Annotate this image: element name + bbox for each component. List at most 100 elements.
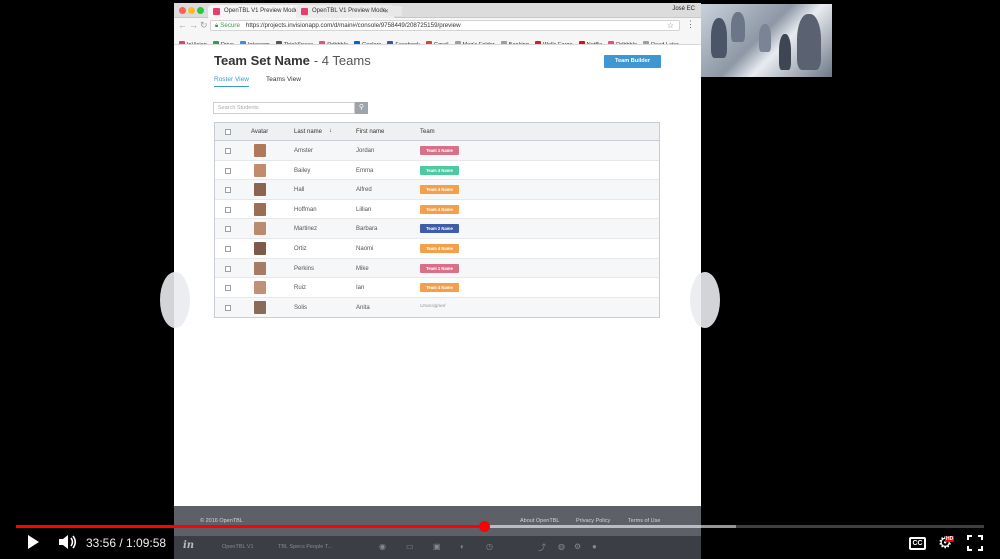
screen-name[interactable]: TBL Specs People T... xyxy=(278,544,332,550)
row-checkbox[interactable] xyxy=(225,226,231,233)
row-checkbox[interactable] xyxy=(225,148,231,154)
bookmark-item[interactable]: Netflix xyxy=(578,39,602,44)
browser-tab[interactable]: OpenTBL V1 Preview Mode ✕ xyxy=(296,5,394,18)
team-builder-button[interactable]: Team Builder xyxy=(604,55,661,68)
table-row[interactable]: Ruiz Ian Team 4 Name xyxy=(215,278,659,298)
search-icon[interactable]: ⚲ xyxy=(355,102,368,114)
table-row[interactable]: Perkins Mike Team 1 Name xyxy=(215,258,659,279)
table-row[interactable]: Martinez Barbara Team 2 Name xyxy=(215,219,659,239)
bookmark-item[interactable]: Dribbble xyxy=(319,39,348,44)
bookmark-item[interactable]: InVision xyxy=(179,39,207,45)
team-badge[interactable]: Team 1 Name xyxy=(420,146,459,155)
bookmark-item[interactable]: Wells Fargo xyxy=(534,39,573,44)
column-team[interactable]: Team xyxy=(420,129,435,135)
table-row[interactable]: Bailey Emma Team 4 Name xyxy=(215,161,659,181)
bookmark-item[interactable]: Intercom xyxy=(239,39,270,45)
column-first-name[interactable]: First name xyxy=(356,129,384,135)
team-badge[interactable]: Team 4 Name xyxy=(420,283,459,293)
invision-toolbar: in OpenTBL V1 TBL Specs People T... ◉ ▭ … xyxy=(174,536,701,559)
back-icon[interactable]: ← xyxy=(178,20,187,30)
preview-icon[interactable]: ◉ xyxy=(379,542,386,551)
history-icon[interactable]: ◷ xyxy=(486,542,493,551)
table-row[interactable]: Amster Jordan Team 1 Name xyxy=(215,141,659,161)
toggle-icon[interactable]: ◐ xyxy=(460,542,465,551)
first-name-cell: Mike xyxy=(356,265,369,272)
table-row[interactable]: Ortiz Naomi Team 4 Name xyxy=(215,239,659,259)
first-name-cell: Emma xyxy=(356,167,374,174)
prev-screen-button[interactable] xyxy=(160,272,190,328)
url-input[interactable]: 🔒︎ Secure https://projects.invisionapp.com… xyxy=(210,20,680,31)
lock-icon: 🔒︎ xyxy=(215,22,219,29)
bookmark-item[interactable]: ThinkSpace xyxy=(275,39,313,44)
row-checkbox[interactable] xyxy=(225,304,231,311)
team-badge[interactable]: Team 4 Name xyxy=(420,243,459,253)
project-name[interactable]: OpenTBL V1 xyxy=(222,544,254,550)
bookmark-label: InVision xyxy=(187,42,207,45)
minimize-window-icon[interactable] xyxy=(188,7,195,14)
table-row[interactable]: Solis Anita Unassigned xyxy=(215,297,659,318)
last-name-cell: Ortiz xyxy=(294,245,307,252)
row-checkbox[interactable] xyxy=(225,167,231,174)
scrubber-handle[interactable] xyxy=(479,521,490,532)
team-badge[interactable]: Team 1 Name xyxy=(420,263,459,273)
row-checkbox[interactable] xyxy=(225,206,231,213)
bookmark-label: Coolors xyxy=(362,42,382,45)
bookmark-icon xyxy=(239,41,246,44)
settings-icon[interactable]: ⚙ xyxy=(574,542,581,551)
browser-tab[interactable]: OpenTBL V1 Preview Mode ✕ xyxy=(208,5,306,18)
row-checkbox[interactable] xyxy=(225,265,231,272)
help-icon[interactable]: ● xyxy=(592,542,597,551)
reload-icon[interactable]: ↻ xyxy=(200,20,208,31)
footer-link-privacy[interactable]: Privacy Policy xyxy=(576,518,610,524)
new-tab-button[interactable] xyxy=(388,6,402,16)
bookmark-item[interactable]: Meg's Folder xyxy=(454,39,495,44)
column-last-name[interactable]: Last name xyxy=(294,129,322,135)
user-icon[interactable]: ◍ xyxy=(558,542,565,551)
url-text: https://projects.invisionapp.com/d/main#… xyxy=(245,22,461,29)
share-icon[interactable]: ⤴ xyxy=(538,542,546,553)
menu-dots-icon[interactable]: ⋮ xyxy=(686,19,695,30)
maximize-window-icon[interactable] xyxy=(197,7,204,14)
select-all-checkbox[interactable] xyxy=(225,129,231,135)
team-badge[interactable]: Team 4 Name xyxy=(420,165,459,175)
bookmark-item[interactable]: Drive xyxy=(212,39,234,44)
webcam-inset xyxy=(701,4,832,77)
table-row[interactable]: Hoffman Lillian Team 4 Name xyxy=(215,200,659,220)
avatar xyxy=(254,261,266,275)
footer-link-terms[interactable]: Terms of Use xyxy=(628,518,660,524)
tab-teams-view[interactable]: Teams View xyxy=(266,76,301,83)
next-screen-button[interactable] xyxy=(690,272,720,328)
captions-button[interactable]: CC xyxy=(909,537,926,550)
bookmark-label: Intercom xyxy=(247,42,270,45)
inspect-icon[interactable]: ▣ xyxy=(433,542,441,551)
row-checkbox[interactable] xyxy=(225,285,231,292)
bookmark-item[interactable]: Read Later xyxy=(643,39,679,44)
bookmark-icon xyxy=(354,41,361,44)
star-icon[interactable]: ☆ xyxy=(667,21,674,30)
team-badge[interactable]: Team 4 Name xyxy=(420,204,459,214)
bookmark-item[interactable]: Coolors xyxy=(354,39,382,45)
bookmark-label: Facebook xyxy=(395,42,420,45)
bookmark-item[interactable]: Dribbble xyxy=(608,39,637,44)
bookmark-item[interactable]: Gmail xyxy=(425,39,449,44)
footer-link-about[interactable]: About OpenTBL xyxy=(520,518,559,524)
bookmarks-bar: InVision Drive Intercom ThinkSpace Dribbble C… xyxy=(174,33,701,45)
table-row[interactable]: Hall Alfred Team 4 Name xyxy=(215,180,659,200)
invision-logo[interactable]: in xyxy=(183,540,194,551)
close-window-icon[interactable] xyxy=(179,7,186,14)
forward-icon[interactable]: → xyxy=(189,20,198,30)
volume-icon[interactable] xyxy=(58,534,78,550)
sort-down-icon[interactable]: ↓ xyxy=(329,128,332,134)
fullscreen-icon[interactable] xyxy=(967,535,983,551)
bookmark-item[interactable]: Facebook xyxy=(387,39,420,45)
search-students-input[interactable]: Search Students xyxy=(213,102,355,114)
team-badge[interactable]: Team 2 Name xyxy=(420,224,459,234)
row-checkbox[interactable] xyxy=(225,245,231,252)
team-badge[interactable]: Team 4 Name xyxy=(420,185,459,195)
bookmark-item[interactable]: Banking xyxy=(500,39,529,44)
profile-name[interactable]: José EC xyxy=(672,6,695,12)
tab-roster-view[interactable]: Roster View xyxy=(214,76,249,87)
comment-icon[interactable]: ▭ xyxy=(406,542,414,551)
row-checkbox[interactable] xyxy=(225,187,231,194)
play-icon[interactable] xyxy=(28,535,39,549)
